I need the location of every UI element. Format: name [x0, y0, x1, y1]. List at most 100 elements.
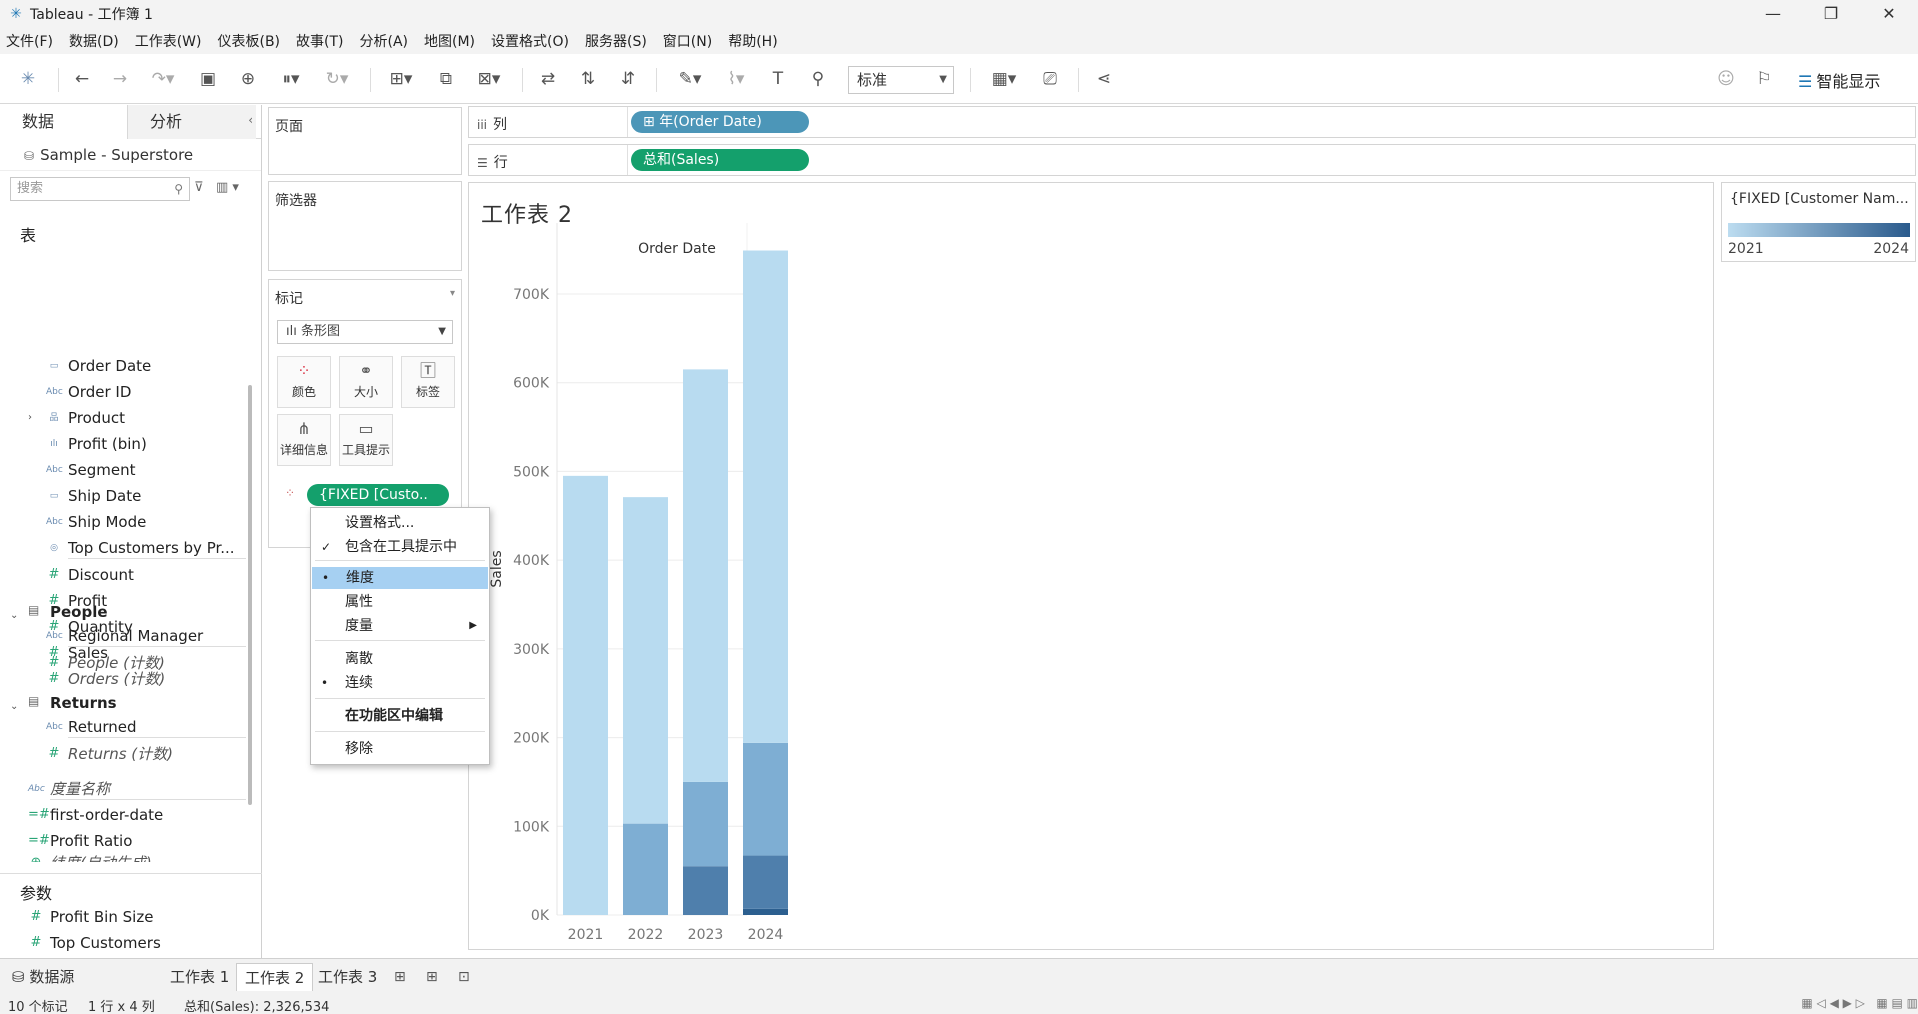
- tab-data[interactable]: 数据: [0, 105, 128, 139]
- menu-server[interactable]: 服务器(S): [585, 31, 647, 51]
- datasource-tab[interactable]: ⛁ 数据源: [4, 963, 82, 991]
- menu-help[interactable]: 帮助(H): [728, 31, 777, 51]
- duplicate-icon[interactable]: ⧉: [434, 66, 458, 92]
- undo-icon[interactable]: ←: [70, 66, 94, 92]
- new-worksheet-icon[interactable]: ⊞▾: [384, 66, 418, 92]
- rows-pill[interactable]: 总和(Sales): [631, 149, 809, 171]
- context-menu-item-3[interactable]: 属性: [311, 591, 489, 613]
- menu-story[interactable]: 故事(T): [296, 31, 343, 51]
- tab-sheet-3[interactable]: 工作表 3: [310, 963, 385, 991]
- group-people[interactable]: ▤ People: [28, 603, 108, 621]
- param-top-customers[interactable]: # Top Customers: [31, 932, 161, 954]
- pages-card[interactable]: 页面: [268, 107, 462, 175]
- context-menu-item-0[interactable]: 设置格式...: [311, 512, 489, 534]
- tab-analysis[interactable]: 分析: [128, 105, 256, 139]
- color-legend[interactable]: {FIXED [Customer Nam... 2021 2024: [1721, 182, 1916, 262]
- field-profit-ratio[interactable]: =# Profit Ratio: [28, 830, 132, 852]
- field-ship-date[interactable]: ▭ Ship Date: [50, 485, 142, 507]
- menu-worksheet[interactable]: 工作表(W): [135, 31, 202, 51]
- tableau-home-icon[interactable]: ✳: [16, 66, 40, 92]
- refresh-icon[interactable]: ↻▾: [320, 66, 354, 92]
- field-first-order-date[interactable]: =# first-order-date: [28, 804, 163, 826]
- tab-sheet-2[interactable]: 工作表 2: [236, 963, 314, 991]
- field-profit-bin[interactable]: ılı Profit (bin): [50, 433, 147, 455]
- field-order-id[interactable]: Abc Order ID: [46, 381, 131, 403]
- menu-dashboard[interactable]: 仪表板(B): [217, 31, 280, 51]
- collapse-panel-icon[interactable]: ‹: [248, 113, 253, 127]
- sort-descending-icon[interactable]: ⇵: [616, 66, 640, 92]
- field-returned[interactable]: Abc Returned: [46, 716, 246, 738]
- chevron-down-icon[interactable]: ⌄: [10, 701, 18, 712]
- replay-icon[interactable]: ↷▾: [146, 66, 180, 92]
- context-menu-item-7[interactable]: 在功能区中编辑: [311, 705, 489, 727]
- field-discount[interactable]: # Discount: [49, 564, 134, 586]
- context-menu-item-8[interactable]: 移除: [311, 738, 489, 760]
- tooltip-button[interactable]: ▭ 工具提示: [339, 414, 393, 466]
- size-button[interactable]: ⚭ 大小: [339, 356, 393, 408]
- datasource-item[interactable]: ⛁ Sample - Superstore: [0, 139, 261, 171]
- chevron-down-icon[interactable]: ▾: [450, 288, 455, 299]
- detail-button[interactable]: ⋔ 详细信息: [277, 414, 331, 466]
- menu-data[interactable]: 数据(D): [69, 31, 119, 51]
- label-button[interactable]: 🅃 标签: [401, 356, 455, 408]
- new-dashboard-icon[interactable]: ⊞: [426, 969, 438, 985]
- field-people-count[interactable]: # People (计数): [49, 652, 165, 674]
- group-returns[interactable]: ▤ Returns: [28, 694, 117, 712]
- field-product[interactable]: 品 Product ›: [28, 407, 125, 429]
- field-measure-names[interactable]: Abc 度量名称: [28, 778, 246, 800]
- view-options-icon[interactable]: ▥ ▾: [216, 180, 239, 195]
- context-menu-item-5[interactable]: 离散: [311, 648, 489, 670]
- tab-sheet-1[interactable]: 工作表 1: [162, 963, 237, 991]
- field-order-date[interactable]: ▭ Order Date: [50, 355, 152, 377]
- columns-shelf[interactable]: iii 列 ⊞ 年(Order Date): [468, 106, 1916, 138]
- show-labels-icon[interactable]: T: [766, 66, 790, 92]
- presentation-icon[interactable]: ⎚: [1038, 66, 1062, 92]
- clear-sheet-icon[interactable]: ⊠▾: [472, 66, 506, 92]
- close-button[interactable]: ✕: [1860, 0, 1918, 28]
- rows-shelf[interactable]: ☰ 行 总和(Sales): [468, 144, 1916, 176]
- smart-show-button[interactable]: ☰ 智能显示: [1798, 68, 1880, 92]
- menu-analysis[interactable]: 分析(A): [360, 31, 409, 51]
- color-pill[interactable]: {FIXED [Custo..: [307, 484, 449, 506]
- share-icon[interactable]: ⋖: [1092, 66, 1116, 92]
- context-menu-item-4[interactable]: 度量 ▶: [311, 615, 489, 637]
- filter-icon[interactable]: ⊽: [194, 180, 204, 195]
- mark-type-select[interactable]: ılı 条形图 ▼: [277, 320, 453, 344]
- menu-file[interactable]: 文件(F): [6, 31, 53, 51]
- field-ship-mode[interactable]: Abc Ship Mode: [46, 511, 146, 533]
- search-input[interactable]: 搜索 ⚲: [10, 177, 190, 201]
- color-button[interactable]: ⁘ 颜色: [277, 356, 331, 408]
- field-returns-count[interactable]: # Returns (计数): [49, 743, 173, 765]
- ask-data-icon[interactable]: ☺: [1714, 66, 1738, 92]
- sort-ascending-icon[interactable]: ⇅: [576, 66, 600, 92]
- field-regional-manager[interactable]: Abc Regional Manager: [46, 625, 246, 647]
- chevron-down-icon[interactable]: ⌄: [10, 610, 18, 621]
- maximize-button[interactable]: ❐: [1802, 0, 1860, 28]
- save-icon[interactable]: ▣: [196, 66, 220, 92]
- field-top-customers-by-pr[interactable]: ◎ Top Customers by Pr...: [50, 537, 246, 559]
- columns-pill[interactable]: ⊞ 年(Order Date): [631, 111, 809, 133]
- menu-map[interactable]: 地图(M): [424, 31, 475, 51]
- highlight-icon[interactable]: ✎▾: [670, 66, 710, 92]
- param-profit-bin-size[interactable]: # Profit Bin Size: [31, 906, 154, 928]
- chevron-right-icon[interactable]: ›: [28, 407, 32, 429]
- fit-select[interactable]: 标准 ▼: [848, 66, 954, 94]
- show-cards-icon[interactable]: ▦▾: [984, 66, 1024, 92]
- pause-update-icon[interactable]: ⏸▾: [274, 66, 308, 92]
- new-worksheet-icon[interactable]: ⊞: [394, 969, 406, 985]
- minimize-button[interactable]: —: [1744, 0, 1802, 28]
- format-painter-icon[interactable]: ⚐: [1752, 66, 1776, 92]
- menu-format[interactable]: 设置格式(O): [491, 31, 569, 51]
- context-menu-item-6[interactable]: • 连续: [311, 672, 489, 694]
- new-datasource-icon[interactable]: ⊕: [236, 66, 260, 92]
- menu-window[interactable]: 窗口(N): [663, 31, 712, 51]
- swap-icon[interactable]: ⇄: [536, 66, 560, 92]
- pin-icon[interactable]: ⚲: [806, 66, 830, 92]
- context-menu-item-2[interactable]: • 维度: [312, 567, 488, 589]
- context-menu-item-1[interactable]: ✓ 包含在工具提示中: [311, 536, 489, 558]
- field-segment[interactable]: Abc Segment: [46, 459, 136, 481]
- scrollbar[interactable]: [248, 385, 252, 805]
- group-icon[interactable]: ⌇▾: [716, 66, 756, 92]
- status-nav-icons[interactable]: ▦ ◁ ◀ ▶ ▷ ▦ ▤ ▥: [1801, 996, 1918, 1014]
- redo-icon[interactable]: →: [108, 66, 132, 92]
